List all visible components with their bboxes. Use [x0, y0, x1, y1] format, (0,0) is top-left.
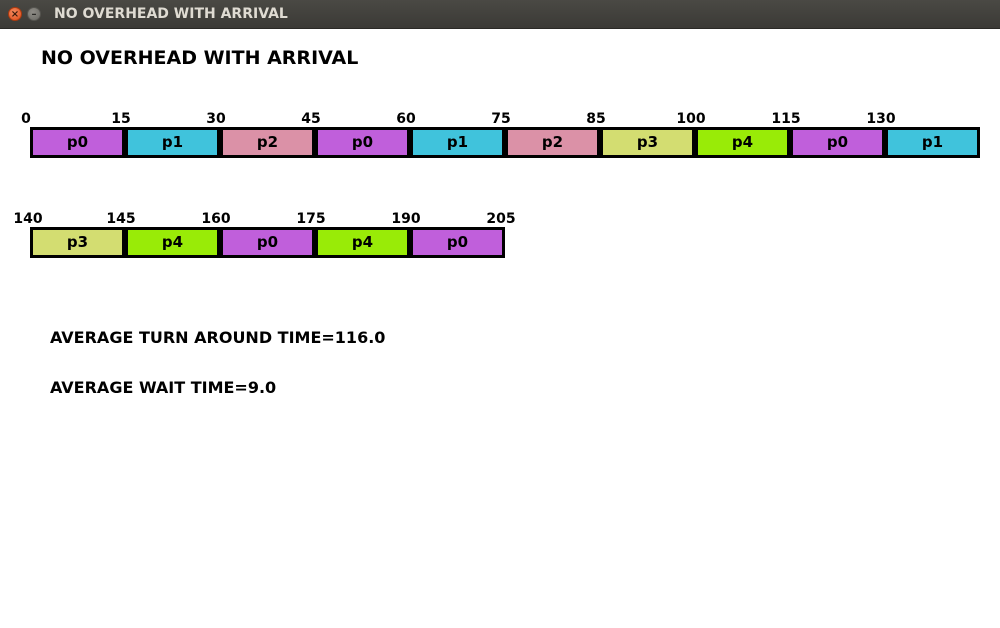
- process-block-p0: p0: [410, 227, 505, 258]
- time-tick: 0: [21, 111, 31, 127]
- page-title: NO OVERHEAD WITH ARRIVAL: [41, 47, 359, 69]
- time-tick: 130: [866, 111, 896, 127]
- time-tick: 145: [106, 211, 136, 227]
- process-block-p4: p4: [695, 127, 790, 158]
- time-tick: 140: [13, 211, 43, 227]
- time-tick: 190: [391, 211, 421, 227]
- process-block-p4: p4: [125, 227, 220, 258]
- process-block-p1: p1: [125, 127, 220, 158]
- process-block-p0: p0: [30, 127, 125, 158]
- time-tick: 75: [491, 111, 511, 127]
- time-tick: 15: [111, 111, 131, 127]
- process-block-p0: p0: [220, 227, 315, 258]
- window-title: NO OVERHEAD WITH ARRIVAL: [54, 6, 288, 22]
- average-turnaround-time: AVERAGE TURN AROUND TIME=116.0: [50, 328, 386, 347]
- time-tick: 100: [676, 111, 706, 127]
- title-bar: × – NO OVERHEAD WITH ARRIVAL: [0, 0, 1000, 29]
- time-tick: 60: [396, 111, 416, 127]
- process-block-p0: p0: [790, 127, 885, 158]
- process-block-p0: p0: [315, 127, 410, 158]
- process-block-p4: p4: [315, 227, 410, 258]
- time-tick: 30: [206, 111, 226, 127]
- process-block-p2: p2: [505, 127, 600, 158]
- process-block-p1: p1: [410, 127, 505, 158]
- minimize-icon[interactable]: –: [27, 7, 41, 21]
- process-block-p1: p1: [885, 127, 980, 158]
- time-tick: 160: [201, 211, 231, 227]
- average-wait-time: AVERAGE WAIT TIME=9.0: [50, 378, 277, 397]
- time-tick: 175: [296, 211, 326, 227]
- time-tick: 205: [486, 211, 516, 227]
- process-block-p2: p2: [220, 127, 315, 158]
- process-block-p3: p3: [600, 127, 695, 158]
- process-block-p3: p3: [30, 227, 125, 258]
- time-tick: 115: [771, 111, 801, 127]
- close-icon[interactable]: ×: [8, 7, 22, 21]
- time-tick: 85: [586, 111, 606, 127]
- time-tick: 45: [301, 111, 321, 127]
